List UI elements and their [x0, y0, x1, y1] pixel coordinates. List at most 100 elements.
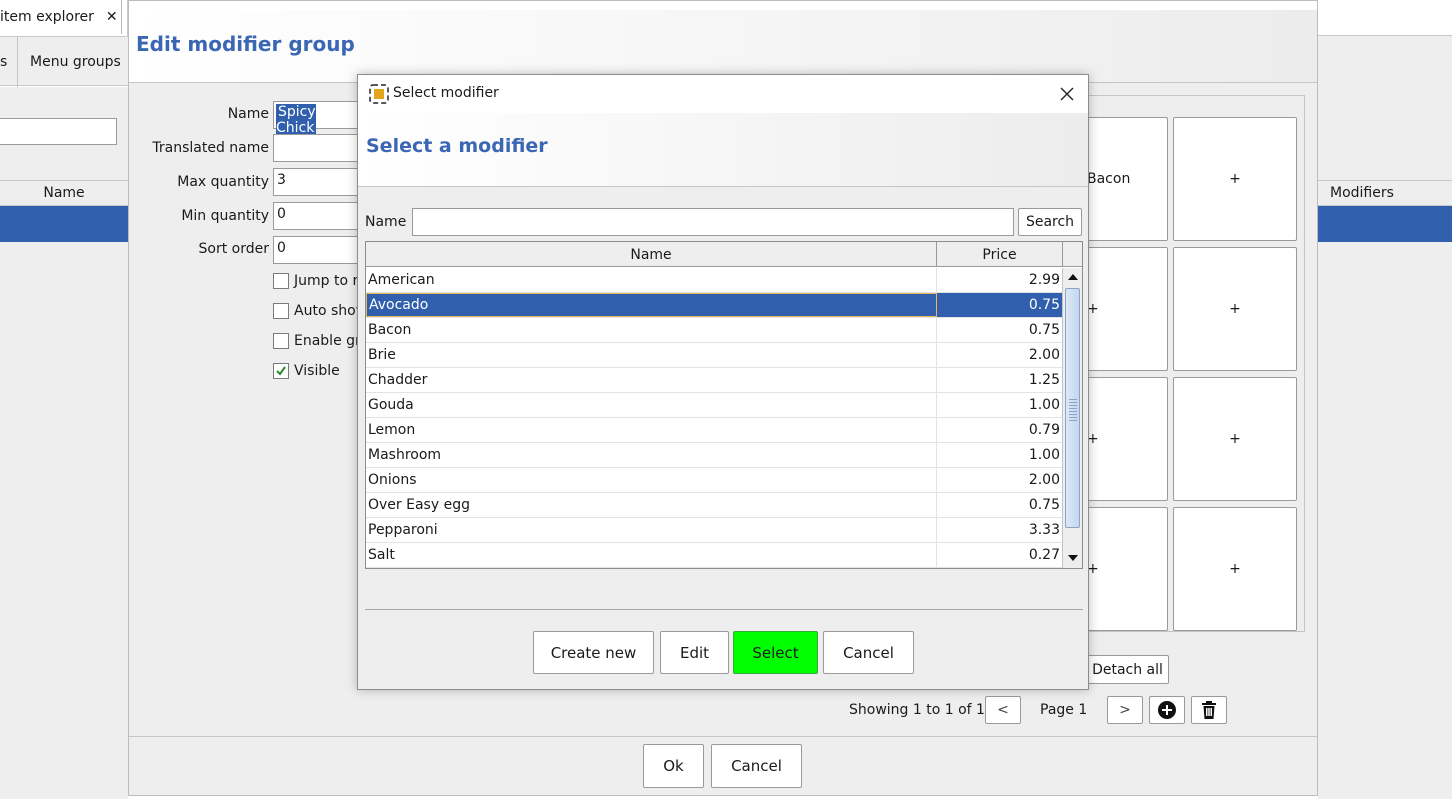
- select-dialog-header: Select a modifier: [358, 113, 1088, 187]
- edit-button[interactable]: Edit: [660, 631, 729, 674]
- table-row[interactable]: Salt 0.27: [366, 543, 1062, 568]
- tab-close-icon[interactable]: ✕: [106, 9, 118, 25]
- table-row[interactable]: Mashroom 1.00: [366, 443, 1062, 468]
- left-search-input[interactable]: [0, 118, 117, 145]
- max-quantity-label: Max quantity: [177, 174, 269, 190]
- select-dialog-title: Select a modifier: [366, 135, 548, 157]
- detach-all-button[interactable]: Detach all: [1086, 655, 1169, 684]
- cell-name: Lemon: [366, 418, 937, 442]
- right-selected-row[interactable]: [1318, 206, 1452, 242]
- delete-button[interactable]: [1191, 696, 1227, 724]
- prev-page-button[interactable]: <: [985, 696, 1021, 724]
- close-icon: [1060, 87, 1074, 101]
- cell-price: 0.75: [1028, 322, 1060, 338]
- app-icon: [369, 84, 389, 104]
- cell-price: 2.99: [1028, 272, 1060, 288]
- cell-price: 1.25: [1028, 372, 1060, 388]
- table-row[interactable]: Gouda 1.00: [366, 393, 1062, 418]
- table-row[interactable]: Brie 2.00: [366, 343, 1062, 368]
- subtab-bar: s Menu groups: [0, 36, 128, 87]
- ok-button[interactable]: Ok: [643, 744, 704, 788]
- edit-dialog-title: Edit modifier group: [136, 32, 355, 56]
- cell-name: Gouda: [366, 393, 937, 417]
- grid-button-add[interactable]: +: [1173, 377, 1297, 501]
- modifier-button-grid: Bacon + + + + + + +: [1068, 95, 1305, 632]
- name-field-value: Spicy Chick: [276, 104, 317, 136]
- close-dialog-button[interactable]: [1054, 81, 1080, 107]
- table-row[interactable]: Bacon 0.75: [366, 318, 1062, 343]
- visible-checkbox-row[interactable]: Visible: [273, 363, 340, 379]
- grid-button-add[interactable]: +: [1173, 247, 1297, 371]
- enable-checkbox-label: Enable gr: [294, 333, 361, 349]
- table-body: American 2.99 Avocado 0.75 Bacon 0.75 Brie 2.00…: [366, 268, 1062, 568]
- table-row[interactable]: Lemon 0.79: [366, 418, 1062, 443]
- sort-order-field[interactable]: 0: [273, 236, 363, 264]
- cell-name: Bacon: [366, 318, 937, 342]
- left-column-header-name[interactable]: Name: [0, 180, 128, 206]
- visible-checkbox[interactable]: [273, 363, 289, 379]
- pagination-status: Showing 1 to 1 of 1: [849, 702, 985, 718]
- scrollbar-grip: [1069, 399, 1077, 423]
- auto-show-checkbox[interactable]: [273, 303, 289, 319]
- min-quantity-label: Min quantity: [181, 208, 269, 224]
- table-row[interactable]: Pepparoni 3.33: [366, 518, 1062, 543]
- select-dialog-titlebar[interactable]: Select modifier: [358, 75, 1088, 113]
- table-row[interactable]: Over Easy egg 0.75: [366, 493, 1062, 518]
- cancel-select-button[interactable]: Cancel: [823, 631, 914, 674]
- table-scrollbar[interactable]: [1062, 268, 1082, 568]
- grid-button-add[interactable]: +: [1173, 117, 1297, 241]
- enable-checkbox-row[interactable]: Enable gr: [273, 333, 361, 349]
- jump-checkbox-label: Jump to r: [294, 273, 359, 289]
- cell-price: 0.75: [1028, 497, 1060, 513]
- cancel-button[interactable]: Cancel: [711, 744, 802, 788]
- scroll-up-button[interactable]: [1063, 268, 1082, 286]
- scroll-down-icon: [1067, 555, 1078, 561]
- name-field[interactable]: Spicy Chick: [273, 101, 363, 136]
- table-row[interactable]: American 2.99: [366, 268, 1062, 293]
- next-page-button[interactable]: >: [1107, 696, 1143, 724]
- auto-show-checkbox-row[interactable]: Auto shov: [273, 303, 364, 319]
- cell-name: Pepparoni: [366, 518, 937, 542]
- left-selected-row[interactable]: [0, 206, 128, 242]
- dialog-top-strip: [129, 1, 1317, 10]
- right-column-header-modifiers[interactable]: Modifiers: [1318, 180, 1452, 206]
- cell-name: Mashroom: [366, 443, 937, 467]
- right-panel-background: [1318, 35, 1452, 799]
- modifier-search-input[interactable]: [412, 208, 1014, 236]
- subtab-partial[interactable]: s: [0, 37, 18, 87]
- min-quantity-field[interactable]: 0: [273, 202, 363, 230]
- table-corner: [1062, 242, 1082, 267]
- cell-name: American: [366, 268, 937, 292]
- cell-price: 0.75: [1028, 297, 1060, 313]
- jump-checkbox-row[interactable]: Jump to r: [273, 273, 358, 289]
- tab-strip: item explorer ✕: [0, 0, 128, 36]
- translated-name-label: Translated name: [152, 140, 269, 156]
- auto-show-checkbox-label: Auto shov: [294, 303, 364, 319]
- add-button[interactable]: [1149, 696, 1185, 724]
- cell-price: 0.79: [1028, 422, 1060, 438]
- dialog-separator: [365, 609, 1083, 610]
- tab-label: item explorer: [0, 9, 94, 25]
- search-button[interactable]: Search: [1018, 208, 1082, 236]
- table-row[interactable]: Onions 2.00: [366, 468, 1062, 493]
- column-header-price[interactable]: Price: [937, 242, 1062, 267]
- tab-item-explorer[interactable]: item explorer ✕: [0, 0, 122, 34]
- table-row[interactable]: Avocado 0.75: [366, 293, 1062, 318]
- subtab-menu-groups[interactable]: Menu groups: [30, 37, 128, 87]
- column-header-name[interactable]: Name: [366, 242, 937, 267]
- grid-button-add[interactable]: +: [1173, 507, 1297, 631]
- sort-order-label: Sort order: [198, 241, 269, 257]
- enable-checkbox[interactable]: [273, 333, 289, 349]
- cell-name: Avocado: [366, 293, 937, 317]
- table-row[interactable]: Chadder 1.25: [366, 368, 1062, 393]
- visible-checkbox-label: Visible: [294, 363, 340, 379]
- table-header: Name Price: [366, 242, 1062, 267]
- jump-checkbox[interactable]: [273, 273, 289, 289]
- translated-name-field[interactable]: [273, 134, 363, 162]
- max-quantity-field[interactable]: 3: [273, 168, 363, 196]
- cell-price: 1.00: [1028, 447, 1060, 463]
- scroll-down-button[interactable]: [1063, 549, 1082, 567]
- select-button[interactable]: Select: [733, 631, 818, 674]
- create-new-button[interactable]: Create new: [533, 631, 654, 674]
- scrollbar-thumb[interactable]: [1065, 288, 1080, 528]
